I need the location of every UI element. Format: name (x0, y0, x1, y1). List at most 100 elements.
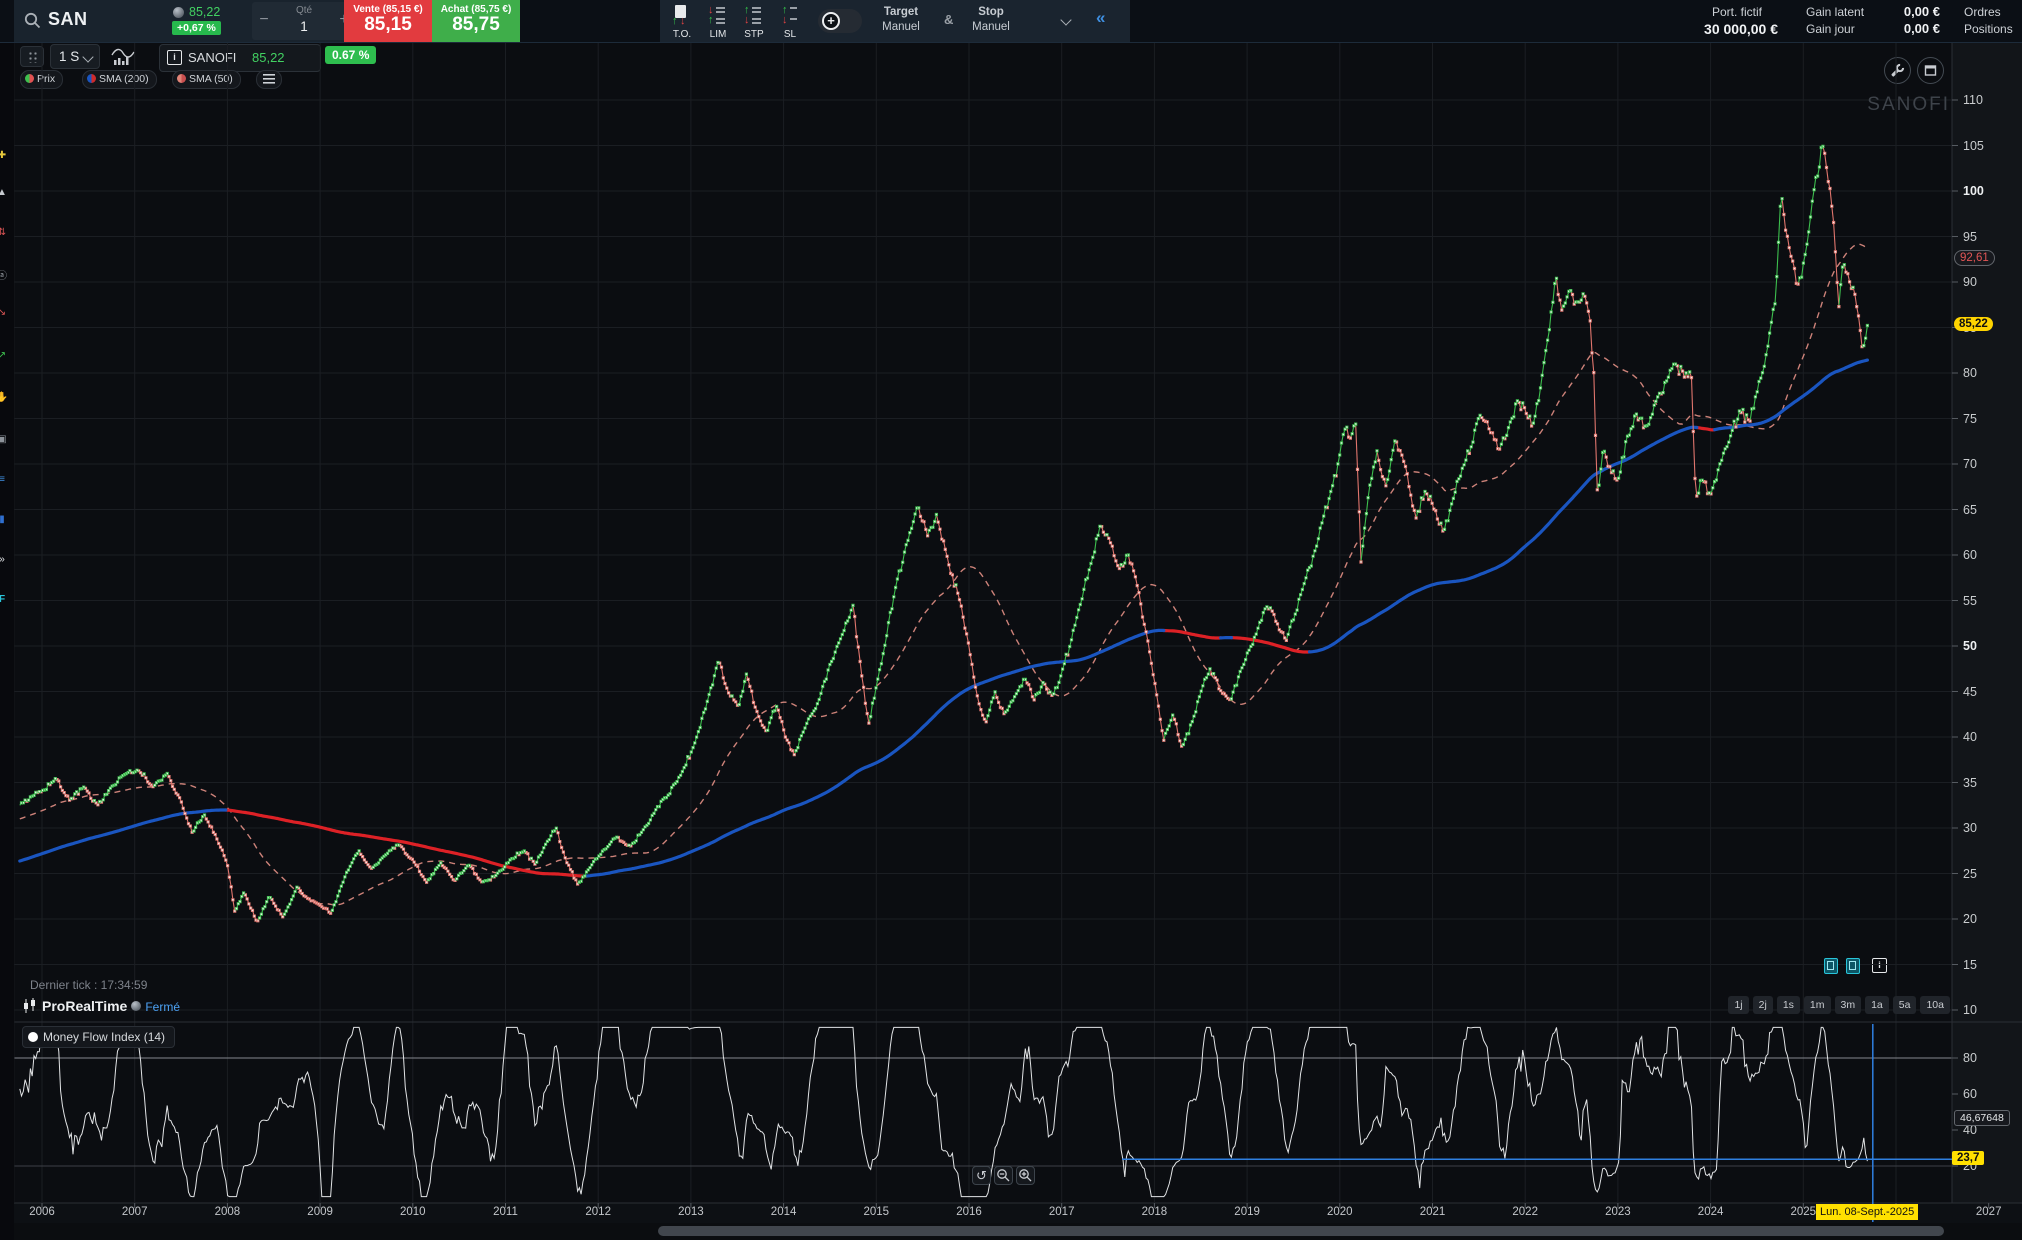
timeframe-pill-1s[interactable]: 1s (1777, 996, 1800, 1014)
timeframe-pill-1a[interactable]: 1a (1865, 996, 1889, 1014)
price-axis-label: 75 (1963, 412, 1977, 426)
gain-day-value: 0,00 € (1880, 21, 1940, 36)
mfi-value-axis-badge: 46,67648 (1954, 1110, 2010, 1126)
year-axis-label: 2027 (1967, 1206, 2011, 1218)
price-axis-label: 105 (1963, 139, 1984, 153)
instrument-orb-icon (173, 7, 184, 18)
price-axis-label: 25 (1963, 867, 1977, 881)
sell-button[interactable]: Vente (85,15 €) 85,15 (344, 0, 432, 42)
year-axis-label: 2020 (1318, 1206, 1362, 1218)
buy-arrow-icon[interactable]: ↗ (0, 350, 10, 361)
year-axis-label: 2022 (1503, 1206, 1547, 1218)
copy-data-icon[interactable] (1846, 958, 1860, 974)
last-tick-time: Dernier tick : 17:34:59 (30, 978, 147, 992)
price-axis-label: 60 (1963, 548, 1977, 562)
year-axis-label: 2023 (1596, 1206, 1640, 1218)
year-axis-label: 2019 (1225, 1206, 1269, 1218)
forecast-tool-icon[interactable]: F (0, 594, 10, 605)
year-axis-label: 2007 (113, 1206, 157, 1218)
auto-tool-icon[interactable]: ⓐ (0, 267, 10, 282)
fib-tool-icon[interactable]: ≡ (0, 474, 10, 485)
symbol-ticker[interactable]: SAN (48, 9, 88, 30)
candlestick-icon (22, 998, 38, 1014)
target-mode[interactable]: TargetManuel (872, 5, 930, 35)
gain-day-label: Gain jour (1806, 22, 1855, 36)
hand-tool-icon[interactable]: ✋ (0, 392, 10, 403)
topbar-change-badge: +0,67 % (172, 21, 221, 35)
price-axis-label: 100 (1963, 184, 1984, 198)
order-type-sl-button[interactable]: ↑ ↓ SL (774, 2, 806, 42)
timeframe-quick-row: 1j 2j1s1m3m1a5a10a (1728, 996, 1950, 1014)
collapse-toolbar-button[interactable]: « (1096, 8, 1105, 28)
buy-button[interactable]: Achat (85,75 €) 85,75 (432, 0, 520, 42)
price-axis-label: 45 (1963, 685, 1977, 699)
year-axis-label: 2013 (669, 1206, 713, 1218)
year-axis-label: 2009 (298, 1206, 342, 1218)
price-chart-canvas[interactable] (0, 0, 2022, 1240)
timeframe-pill-1m[interactable]: 1m (1804, 996, 1831, 1014)
orders-link[interactable]: Ordres (1964, 5, 2001, 19)
price-axis-label: 110 (1963, 93, 1983, 107)
zoom-in-button[interactable] (1016, 1166, 1035, 1185)
year-axis-label: 2006 (20, 1206, 64, 1218)
copy-chart-icon[interactable] (1824, 958, 1838, 974)
gain-latent-label: Gain latent (1806, 5, 1864, 19)
order-type-to-button[interactable]: ↑↓ T.O. (666, 2, 698, 42)
price-axis-label: 50 (1963, 639, 1977, 653)
indicator-label-chip[interactable]: Money Flow Index (14) (22, 1026, 175, 1048)
positions-link[interactable]: Positions (1964, 22, 2013, 36)
indicator-color-dot-icon (28, 1032, 38, 1042)
year-axis-label: 2012 (576, 1206, 620, 1218)
chart-watermark: SANOFI (1867, 94, 1950, 116)
horizontal-scrollbar-thumb[interactable] (658, 1226, 1944, 1236)
price-axis-label: 40 (1963, 730, 1977, 744)
year-axis-label: 2024 (1689, 1206, 1733, 1218)
year-axis-label: 2021 (1411, 1206, 1455, 1218)
market-state: Fermé (145, 1000, 180, 1014)
updown-tool-icon[interactable]: ⇅ (0, 227, 10, 238)
add-order-button[interactable]: + (818, 9, 862, 33)
plus-icon: + (822, 12, 840, 30)
reset-zoom-button[interactable]: ↺ (972, 1166, 991, 1185)
price-axis-label: 95 (1963, 230, 1977, 244)
prorealtime-brand: ProRealTime (42, 998, 127, 1014)
timeframe-pill-5a[interactable]: 5a (1893, 996, 1917, 1014)
timeframe-pill-2j[interactable]: 2j (1753, 996, 1773, 1014)
zoom-in-icon (1018, 1168, 1033, 1183)
measure-tool-icon[interactable]: ▣ (0, 434, 10, 445)
order-type-stp-button[interactable]: ↑ ↓ STP (738, 2, 770, 42)
date-axis-badge: Lun. 08-Sept.-2025 (1816, 1204, 1918, 1220)
amp-label: & (944, 12, 953, 27)
price-axis-label: 30 (1963, 821, 1977, 835)
expand-strip-icon[interactable]: » (0, 554, 10, 565)
year-axis-label: 2015 (854, 1206, 898, 1218)
timeframe-pill-1j[interactable]: 1j (1728, 996, 1748, 1014)
sma50-axis-badge: 92,61 (1954, 250, 1995, 266)
topbar-last-price: 85,22 (189, 5, 220, 19)
portfolio-label: Port. fictif (1712, 5, 1762, 19)
zoom-out-button[interactable] (994, 1166, 1013, 1185)
quantity-stepper[interactable]: − Qté 1 + (252, 2, 356, 40)
left-toolbar-strip[interactable]: ✚ ▲ ⇅ ⓐ ↘ ↗ ✋ ▣ ≡ ▮ » F (0, 42, 14, 1240)
stop-mode[interactable]: StopManuel (962, 5, 1020, 35)
portfolio-value: 30 000,00 € (1660, 21, 1778, 37)
globe-icon (131, 1001, 141, 1011)
price-axis-label: 20 (1963, 912, 1977, 926)
timeframe-pill-10a[interactable]: 10a (1920, 996, 1950, 1014)
alert-tool-icon[interactable]: ↘ (0, 307, 10, 318)
zone-tool-icon[interactable]: ▮ (0, 514, 10, 525)
stp-order-icon: ↑ ↓ (744, 5, 764, 25)
year-axis-label: 2014 (762, 1206, 806, 1218)
brand-row: ProRealTime Fermé (22, 998, 180, 1016)
price-axis-label: 65 (1963, 503, 1977, 517)
zoom-out-icon (996, 1168, 1011, 1183)
search-icon[interactable] (24, 12, 41, 29)
price-axis-label: 70 (1963, 457, 1977, 471)
order-type-lim-button[interactable]: ↓ ↑ LIM (702, 2, 734, 42)
trading-workspace: 1101051009590858075706560555045403530252… (0, 0, 2022, 1240)
timeframe-pill-3m[interactable]: 3m (1835, 996, 1862, 1014)
mfi-axis-label: 80 (1963, 1051, 1977, 1065)
last-price-axis-badge: 85,22 (1954, 317, 1993, 331)
draw-tool-icon[interactable]: ✚ (0, 150, 10, 161)
cursor-tool-icon[interactable]: ▲ (0, 187, 10, 198)
